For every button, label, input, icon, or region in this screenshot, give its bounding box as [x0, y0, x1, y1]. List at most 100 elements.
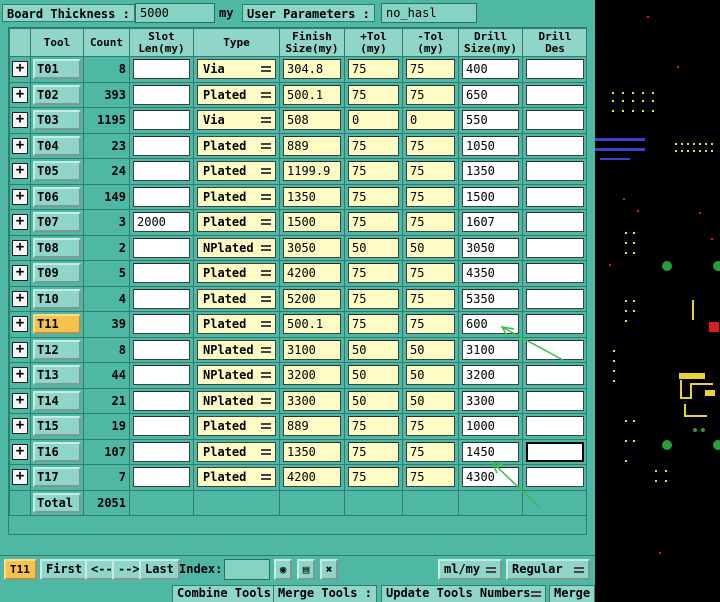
type-select[interactable]: Plated — [197, 263, 276, 284]
slot-length-input[interactable] — [133, 59, 190, 80]
update-tools-numbers-select[interactable]: Update Tools Numbers — [381, 585, 546, 602]
drill-size-input[interactable]: 650 — [462, 84, 519, 105]
unit-select[interactable]: ml/my — [438, 559, 502, 580]
minus-tol-input[interactable]: 75 — [406, 161, 455, 182]
minus-tol-input[interactable]: 75 — [406, 59, 455, 80]
drill-size-input[interactable]: 3200 — [462, 365, 519, 386]
type-select[interactable]: Plated — [197, 467, 276, 488]
slot-length-input[interactable] — [133, 416, 190, 437]
finish-size-input[interactable]: 500.1 — [283, 314, 341, 335]
drill-size-input[interactable]: 550 — [462, 110, 519, 131]
tool-button[interactable]: T03 — [33, 110, 81, 131]
add-row-icon[interactable]: + — [12, 290, 28, 307]
finish-size-input[interactable]: 5200 — [283, 288, 341, 309]
finish-size-input[interactable]: 3200 — [283, 365, 341, 386]
tool-button[interactable]: T16 — [33, 441, 81, 462]
add-row-icon[interactable]: + — [12, 316, 28, 333]
save-icon[interactable]: ▤ — [297, 559, 315, 580]
type-select[interactable]: Plated — [197, 288, 276, 309]
type-select[interactable]: NPlated — [197, 390, 276, 411]
minus-tol-input[interactable]: 50 — [406, 390, 455, 411]
first-button[interactable]: First — [40, 559, 89, 580]
finish-size-input[interactable]: 3300 — [283, 390, 341, 411]
minus-tol-input[interactable]: 50 — [406, 339, 455, 360]
minus-tol-input[interactable]: 75 — [406, 416, 455, 437]
add-row-icon[interactable]: + — [12, 265, 28, 282]
slot-length-input[interactable] — [133, 314, 190, 335]
plus-tol-input[interactable]: 50 — [348, 365, 399, 386]
slot-length-input[interactable] — [133, 110, 190, 131]
drill-size-input[interactable]: 1500 — [462, 186, 519, 207]
delete-icon[interactable]: ✖ — [320, 559, 338, 580]
drill-des-input[interactable] — [526, 263, 584, 284]
add-row-icon[interactable]: + — [12, 188, 28, 205]
type-select[interactable]: Plated — [197, 441, 276, 462]
plus-tol-input[interactable]: 75 — [348, 135, 399, 156]
add-row-icon[interactable]: + — [12, 137, 28, 154]
add-row-icon[interactable]: + — [12, 61, 28, 78]
finish-size-input[interactable]: 1350 — [283, 186, 341, 207]
minus-tol-input[interactable]: 75 — [406, 84, 455, 105]
add-row-icon[interactable]: + — [12, 418, 28, 435]
plus-tol-input[interactable]: 75 — [348, 186, 399, 207]
drill-size-input[interactable]: 1607 — [462, 212, 519, 233]
plus-tol-input[interactable]: 75 — [348, 416, 399, 437]
tool-button[interactable]: T12 — [33, 339, 81, 360]
plus-tol-input[interactable]: 75 — [348, 212, 399, 233]
drill-des-input[interactable] — [526, 84, 584, 105]
type-select[interactable]: NPlated — [197, 365, 276, 386]
minus-tol-input[interactable]: 75 — [406, 441, 455, 462]
plus-tol-input[interactable]: 75 — [348, 441, 399, 462]
finish-size-input[interactable]: 508 — [283, 110, 341, 131]
drill-size-input[interactable]: 3300 — [462, 390, 519, 411]
type-select[interactable]: Plated — [197, 416, 276, 437]
slot-length-input[interactable] — [133, 186, 190, 207]
finish-size-input[interactable]: 1199.9 — [283, 161, 341, 182]
add-row-icon[interactable]: + — [12, 112, 28, 129]
drill-des-input[interactable] — [526, 288, 584, 309]
drill-des-input[interactable] — [526, 339, 584, 360]
minus-tol-input[interactable]: 75 — [406, 314, 455, 335]
drill-des-input[interactable] — [526, 416, 584, 437]
plus-tol-input[interactable]: 75 — [348, 467, 399, 488]
drill-des-input[interactable] — [526, 135, 584, 156]
finish-size-input[interactable]: 889 — [283, 135, 341, 156]
tool-button[interactable]: T01 — [33, 59, 81, 80]
drill-des-input[interactable] — [526, 212, 584, 233]
finish-size-input[interactable]: 1500 — [283, 212, 341, 233]
minus-tol-input[interactable]: 0 — [406, 110, 455, 131]
add-row-icon[interactable]: + — [12, 239, 28, 256]
type-select[interactable]: Plated — [197, 212, 276, 233]
index-input[interactable] — [224, 559, 270, 580]
add-row-icon[interactable]: + — [12, 86, 28, 103]
tool-button[interactable]: T06 — [33, 186, 81, 207]
tool-button[interactable]: T13 — [33, 365, 81, 386]
drill-size-input[interactable]: 1050 — [462, 135, 519, 156]
tool-button[interactable]: T17 — [33, 467, 81, 488]
add-row-icon[interactable]: + — [12, 214, 28, 231]
minus-tol-input[interactable]: 75 — [406, 263, 455, 284]
drill-size-input[interactable]: 3100 — [462, 339, 519, 360]
plus-tol-input[interactable]: 50 — [348, 390, 399, 411]
drill-des-input[interactable] — [526, 110, 584, 131]
plus-tol-input[interactable]: 75 — [348, 288, 399, 309]
slot-length-input[interactable] — [133, 288, 190, 309]
tool-button[interactable]: T05 — [33, 161, 81, 182]
drill-size-input[interactable]: 4350 — [462, 263, 519, 284]
slot-length-input[interactable] — [133, 339, 190, 360]
plus-tol-input[interactable]: 75 — [348, 263, 399, 284]
combine-tools-button[interactable]: Combine Tools — [172, 585, 276, 602]
add-row-icon[interactable]: + — [12, 469, 28, 486]
drill-des-input[interactable] — [526, 314, 584, 335]
tool-button[interactable]: T08 — [33, 237, 81, 258]
last-button[interactable]: Last — [139, 559, 180, 580]
finish-size-input[interactable]: 3050 — [283, 237, 341, 258]
type-select[interactable]: Plated — [197, 135, 276, 156]
plus-tol-input[interactable]: 75 — [348, 84, 399, 105]
plus-tol-input[interactable]: 75 — [348, 314, 399, 335]
finish-size-input[interactable]: 4200 — [283, 467, 341, 488]
board-thickness-input[interactable]: 5000 — [135, 3, 215, 23]
plus-tol-input[interactable]: 75 — [348, 59, 399, 80]
type-select[interactable]: Plated — [197, 186, 276, 207]
minus-tol-input[interactable]: 50 — [406, 365, 455, 386]
